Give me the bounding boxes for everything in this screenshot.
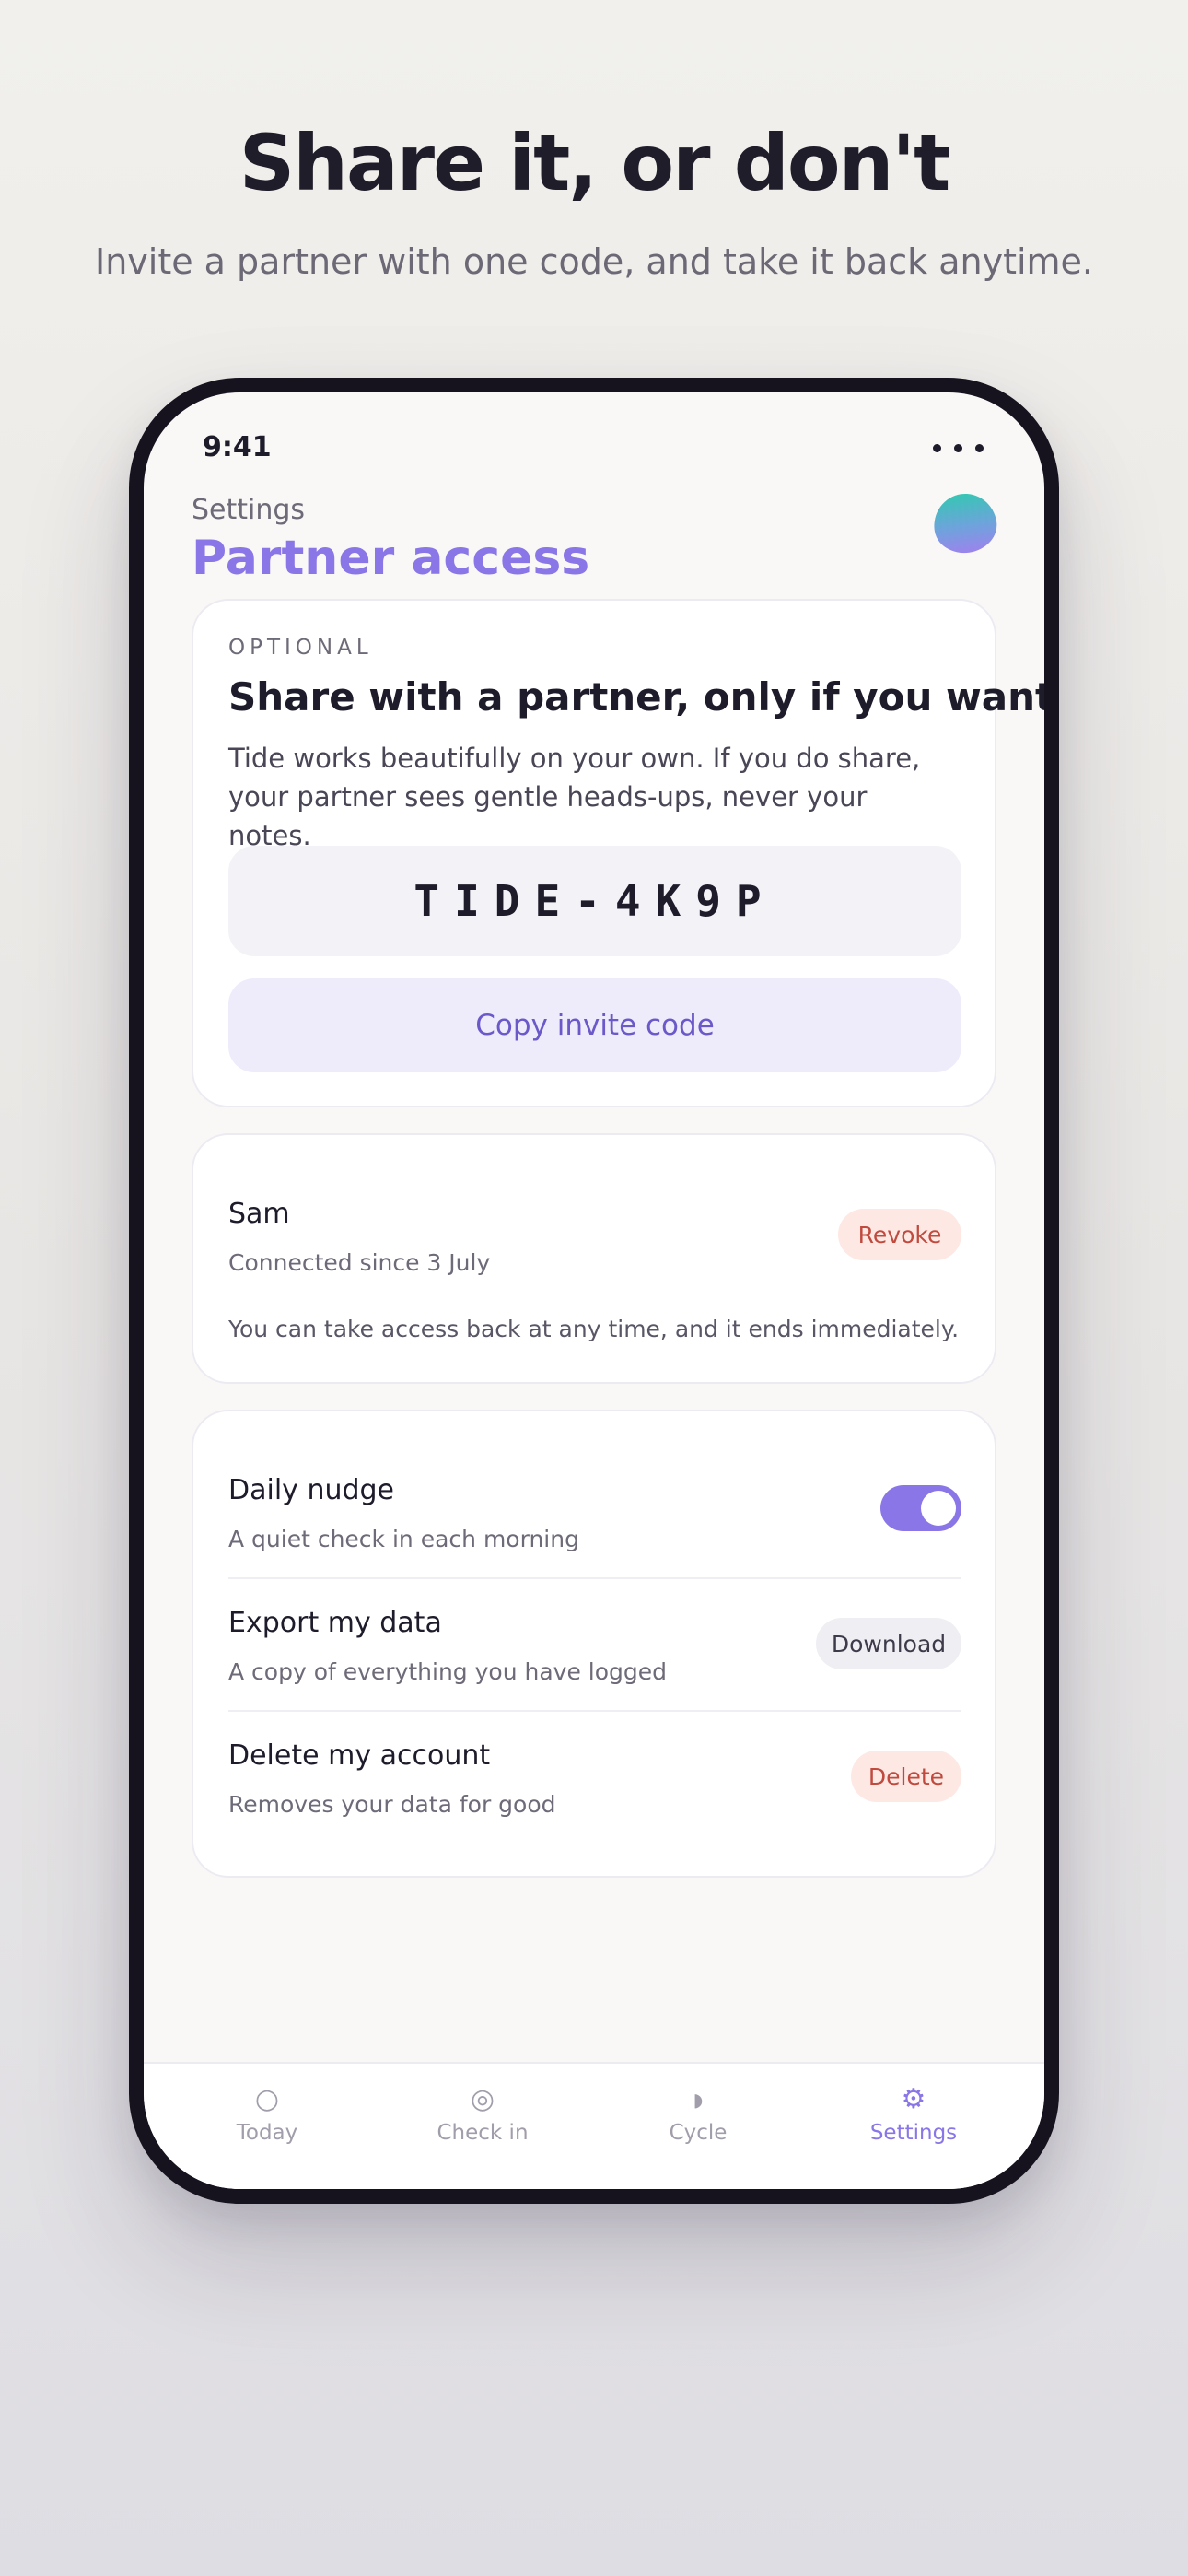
hero-title: Share it, or don't	[239, 118, 951, 208]
export-data-subtitle: A copy of everything you have logged	[228, 1658, 668, 1685]
phone-screen: 9:41 Settings Partner access OPTIONAL Sh…	[144, 392, 1044, 2189]
tab-label: Settings	[869, 2121, 958, 2145]
tide-logo-icon	[929, 489, 1001, 557]
invite-code: TIDE-4K9P	[228, 846, 961, 956]
tab-cycle[interactable]: ◗ Cycle	[615, 2082, 781, 2145]
daily-nudge-toggle[interactable]	[880, 1485, 961, 1531]
toggle-knob	[921, 1491, 956, 1526]
share-description: Tide works beautifully on your own. If y…	[228, 743, 921, 851]
daily-nudge-subtitle: A quiet check in each morning	[228, 1526, 579, 1552]
delete-account-title: Delete my account	[228, 1739, 491, 1772]
page-title: Partner access	[192, 531, 590, 586]
copy-invite-code-button[interactable]: Copy invite code	[228, 978, 961, 1072]
revoke-button[interactable]: Revoke	[838, 1209, 961, 1260]
gear-icon: ⚙	[901, 2083, 926, 2115]
settings-card: Daily nudge A quiet check in each mornin…	[192, 1410, 996, 1878]
partner-connected-since: Connected since 3 July	[228, 1249, 491, 1276]
delete-button[interactable]: Delete	[851, 1751, 961, 1802]
export-data-title: Export my data	[228, 1607, 442, 1639]
tab-label: Cycle	[669, 2121, 728, 2145]
divider	[228, 1710, 961, 1712]
delete-account-subtitle: Removes your data for good	[228, 1791, 556, 1818]
daily-nudge-title: Daily nudge	[228, 1474, 395, 1506]
tab-settings[interactable]: ⚙ Settings	[831, 2082, 996, 2145]
tab-today[interactable]: ○ Today	[184, 2082, 350, 2145]
status-time: 9:41	[203, 431, 272, 463]
tab-check-in[interactable]: ◎ Check in	[400, 2082, 565, 2145]
half-moon-icon: ◗	[693, 2089, 704, 2111]
circle-icon: ○	[254, 2083, 280, 2115]
share-heading: Share with a partner, only if you want	[228, 674, 1044, 720]
more-icon	[933, 444, 984, 452]
tab-label: Check in	[437, 2121, 529, 2145]
partner-name: Sam	[228, 1198, 290, 1230]
hero-subtitle: Invite a partner with one code, and take…	[94, 241, 1094, 282]
download-button[interactable]: Download	[816, 1618, 961, 1669]
target-icon: ◎	[470, 2083, 495, 2115]
revoke-note: You can take access back at any time, an…	[228, 1316, 960, 1342]
eyebrow-label: OPTIONAL	[228, 636, 373, 660]
tab-bar: ○ Today ◎ Check in ◗ Cycle ⚙ Settings	[144, 2062, 1044, 2189]
divider	[228, 1577, 961, 1579]
tab-label: Today	[236, 2121, 298, 2145]
share-card: OPTIONAL Share with a partner, only if y…	[192, 599, 1044, 1107]
partner-card: Sam Connected since 3 July Revoke You ca…	[192, 1133, 996, 1384]
breadcrumb[interactable]: Settings	[192, 494, 305, 526]
